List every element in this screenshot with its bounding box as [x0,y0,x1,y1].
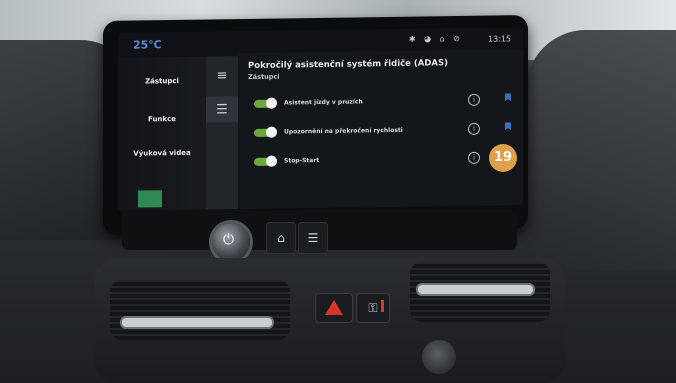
app-shortcut-tile[interactable] [138,190,162,208]
setting-label: Stop-Start [284,157,320,165]
info-icon[interactable]: i [468,93,480,106]
power-volume-knob[interactable]: ⏻ [212,223,250,261]
vehicle-button[interactable]: ☰ [298,222,328,254]
clock: 13:15 [487,34,511,44]
page-title: Pokročilý asistenční systém řidiče (ADAS… [248,58,449,72]
setting-row-stop-start: Stop-Start i [246,147,516,175]
car-icon[interactable]: ☰ [206,96,238,123]
nav-item-shortcuts[interactable]: Zástupci [118,77,206,86]
menu-icon[interactable]: ≡ [206,62,238,88]
nav-item-functions[interactable]: Funkce [118,115,206,124]
info-icon[interactable]: i [468,151,480,164]
climate-knob[interactable] [422,340,456,374]
toggle-knob [266,155,277,167]
left-nav: Zástupci Funkce Výuková videa [118,56,206,211]
setting-row-lane-assist: Asistent jízdy v pruzích i [246,89,516,117]
toggle-knob [266,97,277,109]
bookmark-icon[interactable] [505,122,511,130]
number-badge: 19 [489,144,517,172]
side-rail: ≡ ☰ [206,56,238,210]
lane-assist-toggle[interactable] [254,97,277,109]
nav-item-tutorial-videos[interactable]: Výuková videa [118,149,206,158]
speed-warning-toggle[interactable] [254,126,277,138]
home-icon: ⌂ [277,231,285,245]
car-interior-photo: 25℃ ✱ ◕ ⌂ ⊘ 13:15 Zástupci Funkce Výukov… [0,0,676,383]
info-icon[interactable]: i [468,122,480,135]
section-subtitle: Zástupci [248,72,280,82]
status-icons: ✱ ◕ ⌂ ⊘ [408,34,463,44]
setting-row-speed-warning: Upozornění na překročení rychlosti i [246,118,516,146]
temperature-readout: 25℃ [133,38,162,52]
left-vent-slider[interactable] [122,318,272,327]
bookmark-icon[interactable] [505,93,511,101]
central-lock-button[interactable]: ⚿ [356,293,390,323]
hazard-icon [325,300,343,315]
home-button[interactable]: ⌂ [266,222,296,254]
lock-indicator-led [381,300,384,312]
stop-start-toggle[interactable] [254,155,277,167]
right-vent-slider[interactable] [418,285,533,294]
lock-icon: ⚿ [368,301,378,315]
infotainment-screen: 25℃ ✱ ◕ ⌂ ⊘ 13:15 Zástupci Funkce Výukov… [118,27,523,211]
car-icon: ☰ [307,231,319,245]
dashboard-right-panel [526,30,676,270]
setting-label: Asistent jízdy v pruzích [284,98,363,107]
hazard-button[interactable] [315,293,353,323]
power-icon: ⏻ [223,232,235,248]
adas-panel: Pokročilý asistenční systém řidiče (ADAS… [238,49,523,210]
toggle-knob [266,126,277,138]
left-air-vent [110,280,290,340]
setting-label: Upozornění na překročení rychlosti [284,126,403,136]
